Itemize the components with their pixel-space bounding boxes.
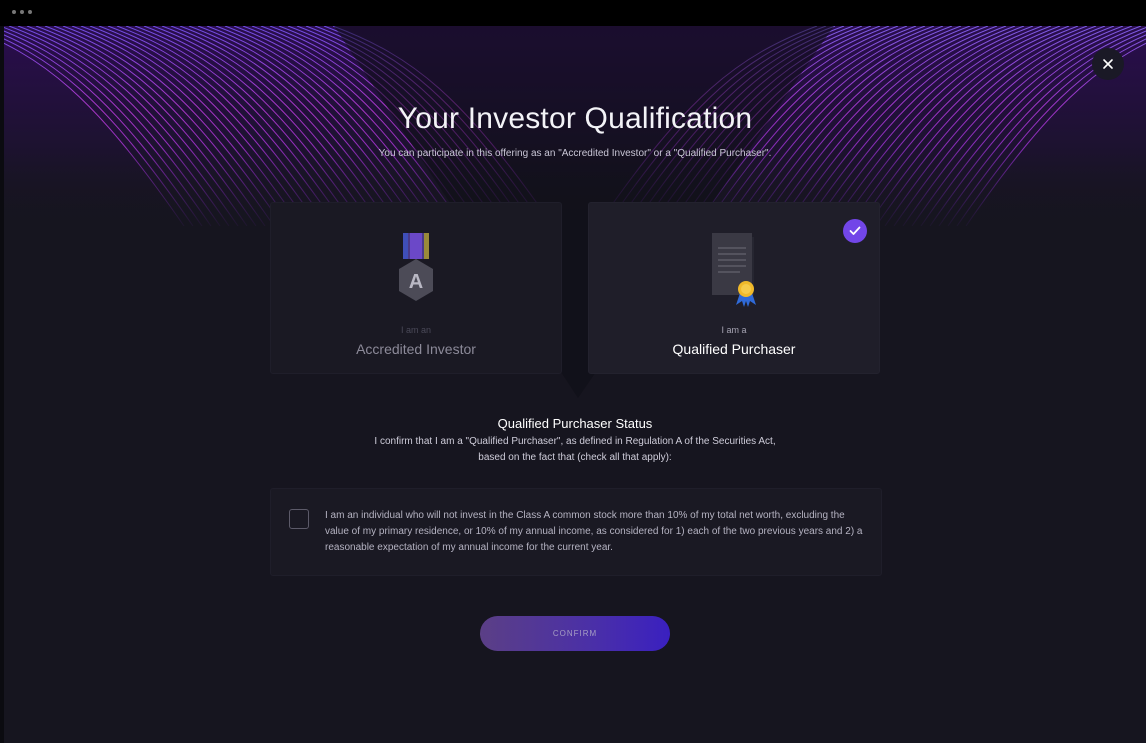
accredited-pre-label: I am an [400,325,431,335]
window-dot[interactable] [12,10,16,14]
criteria-item[interactable]: I am an individual who will not invest i… [270,488,882,576]
confirm-label: CONFIRM [552,629,598,638]
medal-icon: A [271,233,561,309]
qualified-pre-label: I am a [721,325,747,335]
status-title: Qualified Purchaser Status [497,416,653,431]
close-icon [1103,59,1113,69]
status-description: I confirm that I am a "Qualified Purchas… [4,434,1146,466]
certificate-icon [589,233,879,309]
criteria-checkbox[interactable] [289,509,309,529]
qualified-purchaser-card[interactable]: I am a Qualified Purchaser [588,202,880,374]
accredited-label: Accredited Investor [356,341,476,357]
criteria-text: I am an individual who will not invest i… [325,510,863,553]
window-dot[interactable] [20,10,24,14]
window-dot[interactable] [28,10,32,14]
window-controls [12,10,32,14]
confirm-button[interactable]: CONFIRM [480,616,670,651]
page-subtitle: You can participate in this offering as … [378,148,772,159]
window-titlebar [0,0,1146,26]
status-description-line: I confirm that I am a "Qualified Purchas… [374,436,776,447]
svg-text:A: A [409,271,423,293]
close-button[interactable] [1092,48,1124,80]
page-title: Your Investor Qualification [397,102,753,135]
qualified-label: Qualified Purchaser [672,341,796,357]
status-description-line: based on the fact that (check all that a… [478,452,672,463]
modal-window: Your Investor Qualification You can part… [4,26,1146,743]
accredited-investor-card[interactable]: A I am an Accredited Investor [270,202,562,374]
